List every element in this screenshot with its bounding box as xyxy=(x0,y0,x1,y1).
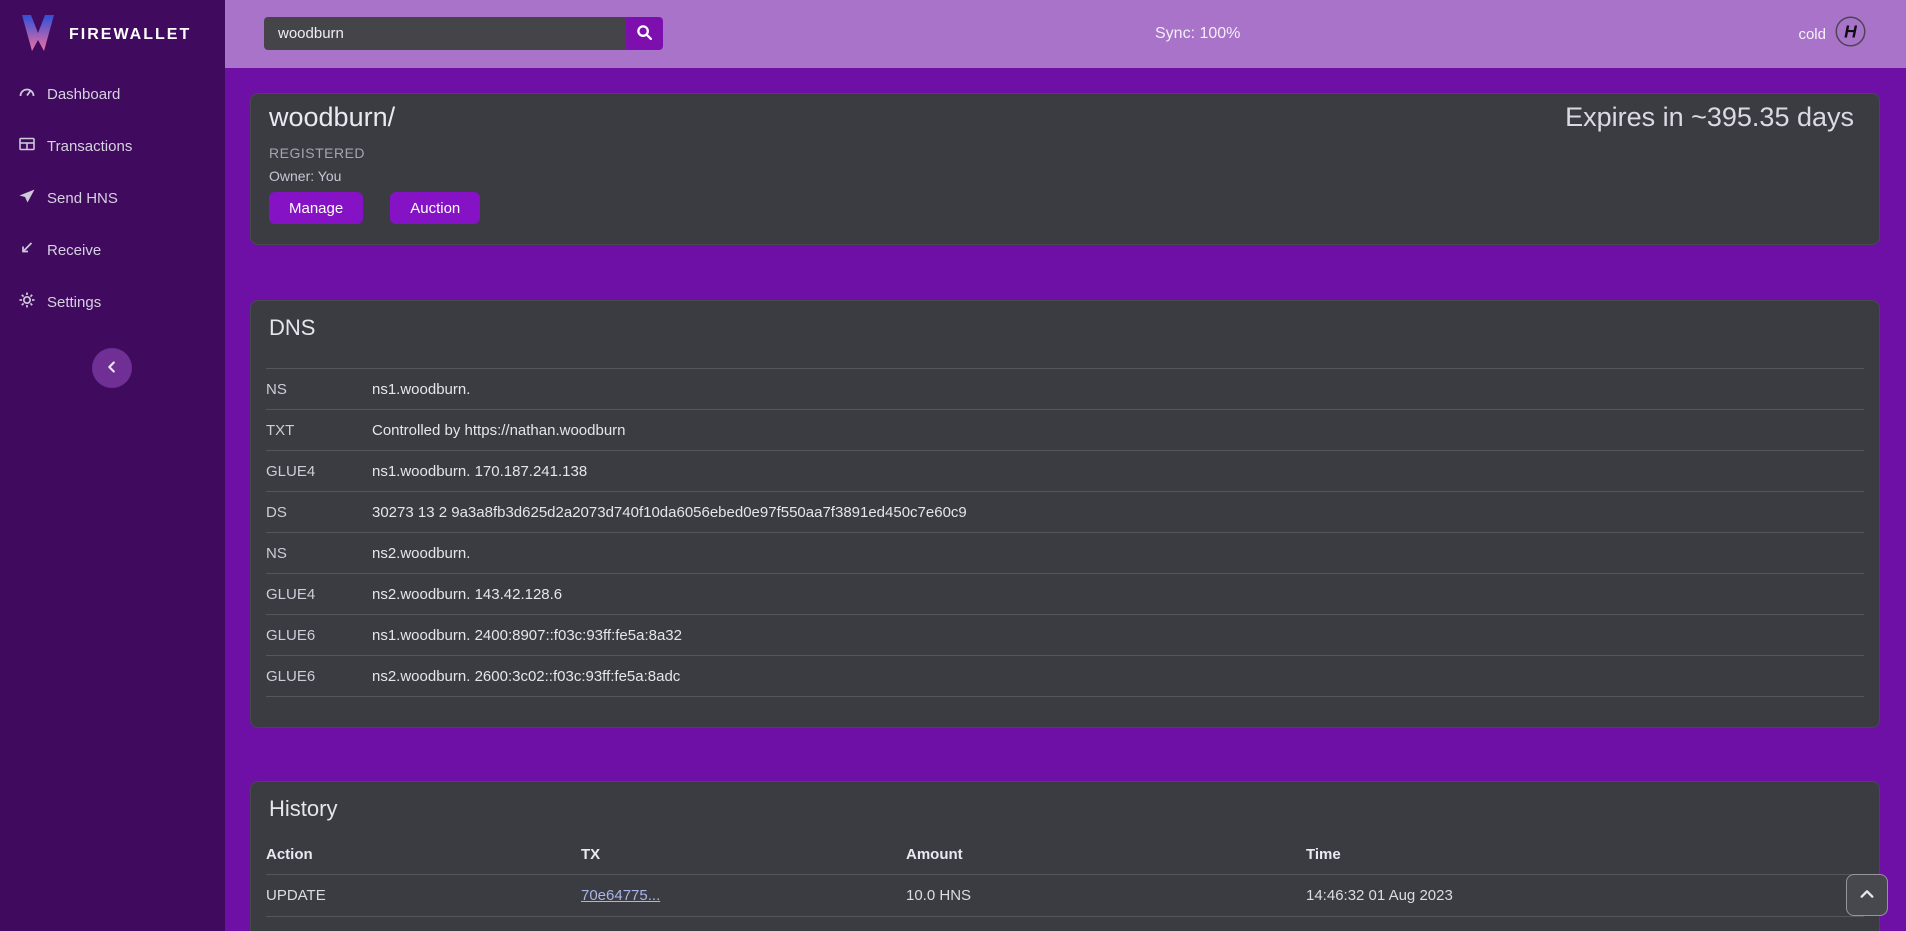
manage-button[interactable]: Manage xyxy=(269,192,363,224)
dns-record-type: GLUE4 xyxy=(266,463,372,480)
dns-record-type: NS xyxy=(266,381,372,398)
domain-owner: Owner: You xyxy=(269,168,341,184)
column-header-amount: Amount xyxy=(906,846,1306,863)
dns-record-value: Controlled by https://nathan.woodburn xyxy=(372,422,626,439)
svg-text:H: H xyxy=(1844,22,1857,42)
receive-arrow-icon xyxy=(18,239,36,261)
sidebar-item-label: Send HNS xyxy=(47,190,118,207)
search-icon xyxy=(636,24,653,44)
sidebar-item-receive[interactable]: Receive xyxy=(0,224,225,276)
column-header-time: Time xyxy=(1306,846,1864,863)
sidebar-item-label: Transactions xyxy=(47,138,132,155)
table-icon xyxy=(18,135,36,157)
dns-record-value: ns1.woodburn. 170.187.241.138 xyxy=(372,463,587,480)
dns-record-row: GLUE6 ns1.woodburn. 2400:8907::f03c:93ff… xyxy=(266,614,1864,655)
sidebar-item-send-hns[interactable]: Send HNS xyxy=(0,172,225,224)
chevron-up-icon xyxy=(1859,888,1875,903)
dns-record-type: GLUE6 xyxy=(266,668,372,685)
dns-record-row: NS ns1.woodburn. xyxy=(266,368,1864,409)
gear-icon xyxy=(18,291,36,313)
handshake-logo-icon: H xyxy=(1835,16,1866,52)
topbar: Sync: 100% cold H xyxy=(225,0,1906,68)
dns-record-type: GLUE4 xyxy=(266,586,372,603)
send-icon xyxy=(18,187,36,209)
sidebar-item-dashboard[interactable]: Dashboard xyxy=(0,68,225,120)
history-time: 14:46:32 01 Aug 2023 xyxy=(1306,887,1864,904)
dns-record-row: DS 30273 13 2 9a3a8fb3d625d2a2073d740f10… xyxy=(266,491,1864,532)
dns-table: NS ns1.woodburn. TXT Controlled by https… xyxy=(266,368,1864,697)
sidebar-item-settings[interactable]: Settings xyxy=(0,276,225,328)
dns-record-value: ns2.woodburn. xyxy=(372,545,470,562)
sidebar-item-label: Settings xyxy=(47,294,101,311)
sidebar-nav: Dashboard Transactions Send HNS xyxy=(0,68,225,328)
sidebar-collapse-button[interactable] xyxy=(92,348,132,388)
expires-label: Expires in ~395.35 days xyxy=(1565,102,1854,133)
domain-actions: Manage Auction xyxy=(269,192,480,224)
search-bar xyxy=(264,17,663,50)
dns-card-title: DNS xyxy=(269,315,315,341)
history-action: UPDATE xyxy=(266,887,581,904)
firewallet-logo-icon xyxy=(20,13,56,58)
history-row: RENEW 4fd8c3... 10.0 HNS 15:47:33 07 Jul… xyxy=(266,916,1864,931)
column-header-tx: TX xyxy=(581,846,906,863)
gauge-icon xyxy=(18,83,36,105)
dns-record-row: GLUE4 ns1.woodburn. 170.187.241.138 xyxy=(266,450,1864,491)
wallet-status: cold H xyxy=(1798,0,1866,68)
dns-record-row: TXT Controlled by https://nathan.woodbur… xyxy=(266,409,1864,450)
wallet-name-badge: cold xyxy=(1798,26,1826,43)
sidebar-item-label: Dashboard xyxy=(47,86,120,103)
sidebar-item-transactions[interactable]: Transactions xyxy=(0,120,225,172)
dns-record-type: GLUE6 xyxy=(266,627,372,644)
history-amount: 10.0 HNS xyxy=(906,887,1306,904)
sidebar-item-label: Receive xyxy=(47,242,101,259)
domain-status: REGISTERED xyxy=(269,145,365,161)
column-header-action: Action xyxy=(266,846,581,863)
scroll-to-top-button[interactable] xyxy=(1846,874,1888,916)
dns-record-type: TXT xyxy=(266,422,372,439)
history-table: UPDATE 70e64775... 10.0 HNS 14:46:32 01 … xyxy=(266,874,1864,931)
dns-record-value: ns2.woodburn. 2600:3c02::f03c:93ff:fe5a:… xyxy=(372,668,680,685)
domain-name: woodburn/ xyxy=(269,102,395,133)
dns-record-value: ns1.woodburn. xyxy=(372,381,470,398)
dns-record-type: NS xyxy=(266,545,372,562)
history-row: UPDATE 70e64775... 10.0 HNS 14:46:32 01 … xyxy=(266,874,1864,916)
search-input[interactable] xyxy=(264,17,626,50)
dns-card: DNS NS ns1.woodburn. TXT Controlled by h… xyxy=(250,300,1880,728)
dns-record-row: GLUE6 ns2.woodburn. 2600:3c02::f03c:93ff… xyxy=(266,655,1864,696)
dns-record-value: ns2.woodburn. 143.42.128.6 xyxy=(372,586,562,603)
dns-record-row: NS ns2.woodburn. xyxy=(266,532,1864,573)
sync-status: Sync: 100% xyxy=(1155,0,1240,68)
dns-record-type: DS xyxy=(266,504,372,521)
history-card-title: History xyxy=(269,796,337,822)
dns-record-value: ns1.woodburn. 2400:8907::f03c:93ff:fe5a:… xyxy=(372,627,682,644)
auction-button[interactable]: Auction xyxy=(390,192,480,224)
search-button[interactable] xyxy=(626,17,663,50)
sidebar: FIREWALLET Dashboard Transactions xyxy=(0,0,225,931)
tx-link[interactable]: 70e64775... xyxy=(581,887,660,904)
chevron-left-icon xyxy=(103,358,121,379)
dns-record-row: GLUE4 ns2.woodburn. 143.42.128.6 xyxy=(266,573,1864,614)
brand: FIREWALLET xyxy=(0,0,225,58)
app-title: FIREWALLET xyxy=(69,26,191,44)
history-table-header: Action TX Amount Time xyxy=(266,846,1864,863)
history-card: History Action TX Amount Time UPDATE 70e… xyxy=(250,781,1880,931)
domain-card: woodburn/ REGISTERED Owner: You Manage A… xyxy=(250,93,1880,245)
dns-record-value: 30273 13 2 9a3a8fb3d625d2a2073d740f10da6… xyxy=(372,504,967,521)
